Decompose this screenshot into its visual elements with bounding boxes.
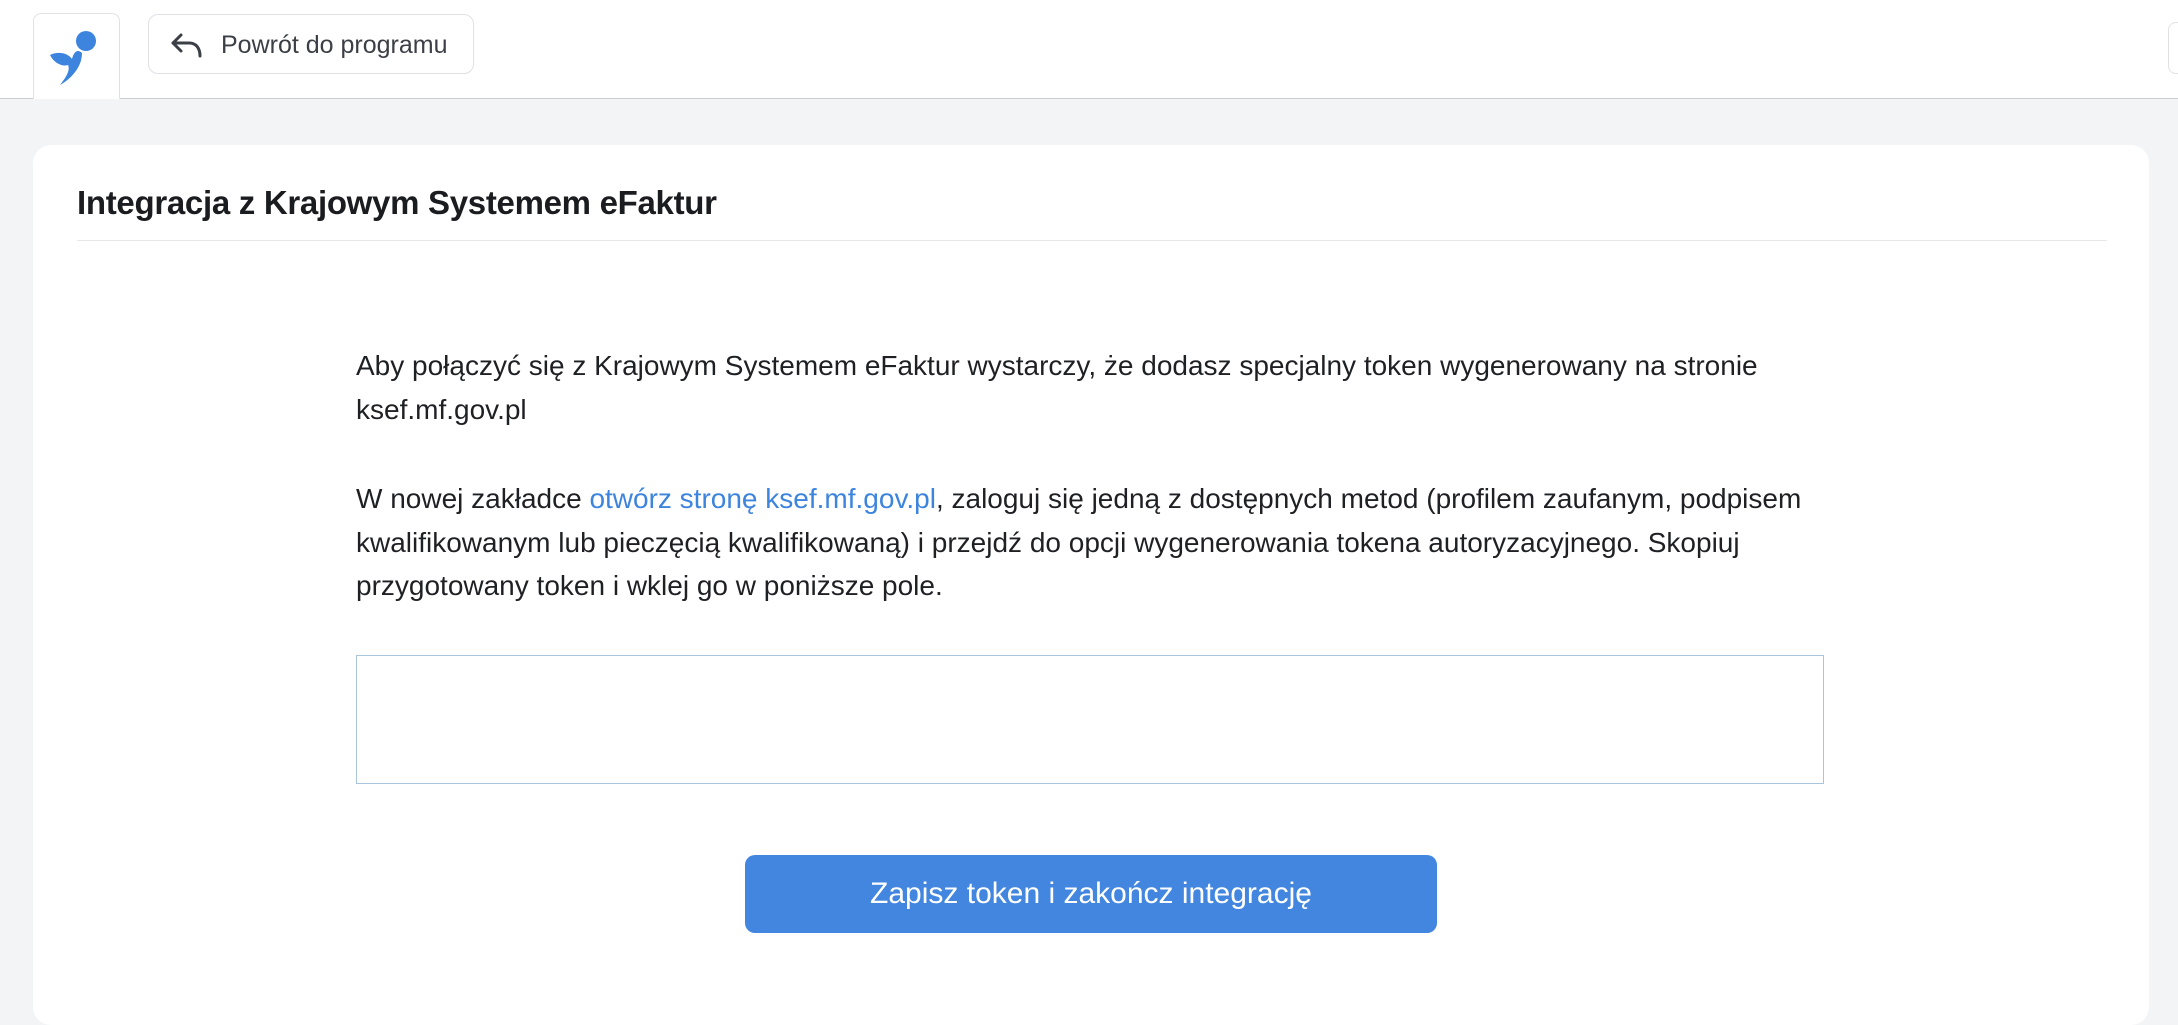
reply-arrow-icon <box>171 33 202 58</box>
user-menu-button[interactable] <box>2168 22 2178 74</box>
bird-logo-icon <box>50 31 96 85</box>
back-button-label: Powrót do programu <box>221 31 448 59</box>
integration-card: Integracja z Krajowym Systemem eFaktur A… <box>33 145 2149 1025</box>
title-divider <box>77 240 2107 241</box>
back-to-program-button[interactable]: Powrót do programu <box>148 14 474 74</box>
ksef-link[interactable]: otwórz stronę ksef.mf.gov.pl <box>589 483 936 514</box>
instruction-text: W nowej zakładce otwórz stronę ksef.mf.g… <box>356 477 1836 608</box>
token-input[interactable] <box>356 655 1824 784</box>
instruction-prefix: W nowej zakładce <box>356 483 590 514</box>
save-token-button[interactable]: Zapisz token i zakończ integrację <box>745 855 1437 933</box>
page-title: Integracja z Krajowym Systemem eFaktur <box>77 184 717 221</box>
app-logo[interactable] <box>33 13 120 99</box>
intro-text: Aby połączyć się z Krajowym Systemem eFa… <box>356 350 1758 425</box>
top-bar: Powrót do programu <box>0 0 2178 99</box>
